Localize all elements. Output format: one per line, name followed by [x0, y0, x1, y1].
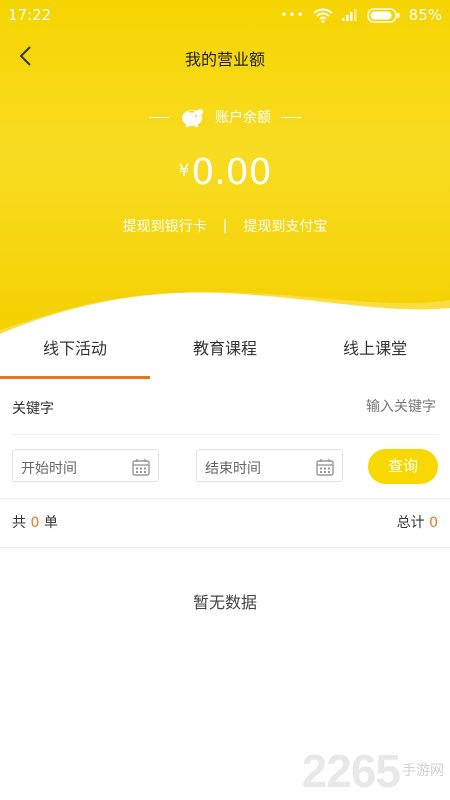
signal-icon [341, 9, 357, 21]
more-dots-icon: ••• [280, 8, 305, 22]
withdraw-links: 提现到银行卡 | 提现到支付宝 [0, 216, 450, 236]
divider-line-left [149, 116, 169, 118]
tab-bar: 线下活动 教育课程 线上课堂 [0, 328, 450, 380]
status-time: 17:22 [8, 6, 52, 24]
tab-offline-activity[interactable]: 线下活动 [0, 328, 150, 380]
status-bar: 17:22 ••• 85% [0, 0, 450, 32]
header-banner: 17:22 ••• 85% 我的营业额 账户余额 ¥0.00 提现到银行卡 | … [0, 0, 450, 335]
total-value: 0 [429, 515, 438, 531]
currency-symbol: ¥ [178, 161, 190, 181]
divider-line-right [281, 116, 301, 118]
withdraw-bank-link[interactable]: 提现到银行卡 [123, 216, 207, 236]
piggy-bank-icon [182, 109, 203, 127]
order-count: 共 0 单 [12, 512, 58, 532]
end-date-field[interactable]: 结束时间 [196, 449, 343, 482]
link-separator: | [222, 218, 228, 234]
keyword-label: 关键字 [12, 401, 54, 417]
tab-education-course[interactable]: 教育课程 [150, 328, 300, 380]
tab-online-class[interactable]: 线上课堂 [300, 328, 450, 380]
count-suffix: 单 [43, 515, 58, 531]
status-icons: ••• 85% [280, 6, 442, 24]
total-label: 总计 [396, 515, 425, 531]
keyword-row: 关键字 [12, 382, 438, 435]
watermark-number: 2265 [301, 745, 401, 797]
calendar-icon [316, 459, 334, 476]
calendar-icon [132, 459, 150, 476]
balance-amount: ¥0.00 [0, 152, 450, 193]
balance-label-row: 账户余额 [0, 106, 450, 128]
watermark: 2265 手游网 [302, 748, 444, 794]
end-date-placeholder: 结束时间 [205, 461, 261, 477]
battery-percent: 85% [408, 6, 442, 24]
page-title: 我的营业额 [184, 50, 265, 69]
query-button[interactable]: 查询 [368, 449, 438, 484]
withdraw-alipay-link[interactable]: 提现到支付宝 [243, 216, 327, 236]
section-divider [0, 498, 450, 499]
date-filter-row: 开始时间 结束时间 查询 [12, 449, 438, 485]
watermark-text: 手游网 [402, 763, 444, 779]
count-prefix: 共 [12, 515, 26, 531]
start-date-placeholder: 开始时间 [21, 461, 77, 477]
section-divider [0, 547, 450, 548]
empty-state-text: 暂无数据 [192, 593, 257, 612]
balance-label: 账户余额 [215, 110, 271, 126]
battery-icon [366, 7, 400, 23]
balance-value: 0.00 [191, 152, 272, 193]
order-total: 总计 0 [397, 512, 438, 532]
count-value: 0 [30, 515, 40, 531]
keyword-input[interactable] [234, 392, 438, 422]
nav-bar: 我的营业额 [0, 38, 450, 74]
start-date-field[interactable]: 开始时间 [12, 449, 159, 482]
header-wave [0, 291, 450, 335]
wifi-icon [313, 8, 333, 23]
